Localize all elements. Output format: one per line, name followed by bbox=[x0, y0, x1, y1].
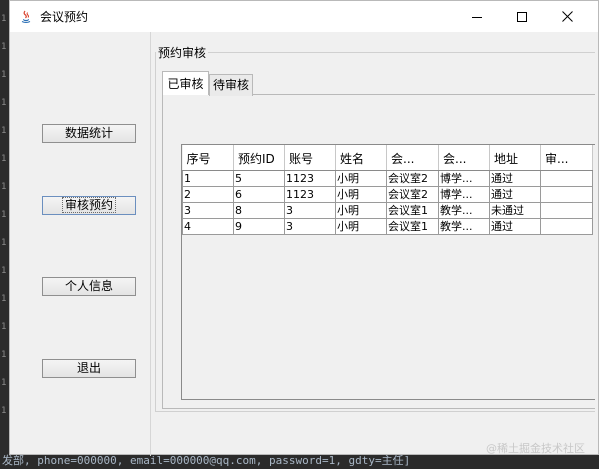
column-header[interactable]: 会... bbox=[438, 145, 490, 171]
gutter-mark: 1 bbox=[1, 378, 7, 388]
table-cell[interactable]: 3 bbox=[182, 202, 234, 219]
exit-button-label: 退出 bbox=[76, 361, 101, 375]
reservation-table: 序号 预约ID 账号 姓名 会... 会... 地址 审... 1 5 1123… bbox=[182, 145, 593, 235]
table-cell[interactable]: 会议室2 bbox=[386, 170, 439, 187]
column-header[interactable]: 账号 bbox=[284, 145, 336, 171]
review-button-label: 审核预约 bbox=[61, 197, 117, 213]
gutter-mark: 1 bbox=[1, 42, 7, 52]
gutter-mark: 1 bbox=[1, 98, 7, 108]
column-header[interactable]: 地址 bbox=[489, 145, 541, 171]
table-cell[interactable]: 教学... bbox=[438, 202, 490, 219]
title-bar[interactable]: 会议预约 bbox=[10, 1, 598, 32]
stats-button-label: 数据统计 bbox=[64, 126, 113, 140]
table-scroll-pane[interactable]: 序号 预约ID 账号 姓名 会... 会... 地址 审... 1 5 1123… bbox=[181, 144, 595, 400]
tab-pending[interactable]: 待审核 bbox=[209, 74, 253, 96]
table-row[interactable]: 2 6 1123 小明 会议室2 博学... 通过 bbox=[182, 186, 593, 203]
gutter-mark: 1 bbox=[1, 70, 7, 80]
gutter-mark: 1 bbox=[1, 14, 7, 24]
column-header[interactable]: 预约ID bbox=[233, 145, 285, 171]
gutter-mark: 1 bbox=[1, 210, 7, 220]
group-title: 预约审核 bbox=[156, 44, 209, 61]
table-cell[interactable] bbox=[540, 202, 593, 219]
table-row[interactable]: 3 8 3 小明 会议室1 教学... 未通过 bbox=[182, 202, 593, 219]
table-cell[interactable]: 通过 bbox=[489, 186, 541, 203]
close-icon bbox=[561, 11, 573, 22]
table-cell[interactable]: 1 bbox=[182, 170, 234, 187]
maximize-icon bbox=[517, 11, 527, 22]
table-cell[interactable]: 会议室2 bbox=[386, 186, 439, 203]
gutter-mark: 1 bbox=[1, 406, 7, 416]
review-button[interactable]: 审核预约 bbox=[42, 196, 136, 215]
table-cell[interactable] bbox=[540, 170, 593, 187]
table-cell[interactable]: 9 bbox=[233, 218, 285, 235]
gutter-mark: 1 bbox=[1, 294, 7, 304]
table-cell[interactable]: 8 bbox=[233, 202, 285, 219]
column-header[interactable]: 会... bbox=[386, 145, 439, 171]
table-cell[interactable]: 会议室1 bbox=[386, 218, 439, 235]
minimize-button[interactable] bbox=[454, 1, 500, 32]
gutter-mark: 1 bbox=[1, 266, 7, 276]
console-text: 发部, phone=000000, email=000000@qq.com, p… bbox=[2, 454, 411, 467]
table-header-row: 序号 预约ID 账号 姓名 会... 会... 地址 审... bbox=[182, 145, 593, 171]
table-row[interactable]: 4 9 3 小明 会议室1 教学... 通过 bbox=[182, 218, 593, 235]
panel-divider bbox=[150, 32, 151, 456]
exit-button[interactable]: 退出 bbox=[42, 359, 136, 378]
gutter-mark: 1 bbox=[1, 126, 7, 136]
gutter-mark: 1 bbox=[1, 238, 7, 248]
java-app-icon bbox=[19, 9, 33, 23]
table-cell[interactable] bbox=[540, 186, 593, 203]
table-cell[interactable]: 博学... bbox=[438, 170, 490, 187]
table-cell[interactable]: 5 bbox=[233, 170, 285, 187]
table-cell[interactable]: 小明 bbox=[335, 186, 387, 203]
watermark-text: @稀土掘金技术社区 bbox=[486, 442, 585, 455]
column-header[interactable]: 审... bbox=[540, 145, 593, 171]
table-cell[interactable]: 博学... bbox=[438, 186, 490, 203]
window-title: 会议预约 bbox=[40, 10, 89, 24]
table-cell[interactable]: 4 bbox=[182, 218, 234, 235]
column-header[interactable]: 姓名 bbox=[335, 145, 387, 171]
table-cell[interactable]: 小明 bbox=[335, 170, 387, 187]
minimize-icon bbox=[472, 16, 482, 18]
table-cell[interactable]: 1123 bbox=[284, 170, 336, 187]
gutter-mark: 1 bbox=[1, 154, 7, 164]
table-cell[interactable]: 3 bbox=[284, 202, 336, 219]
column-header[interactable]: 序号 bbox=[182, 145, 234, 171]
tab-reviewed[interactable]: 已审核 bbox=[162, 71, 209, 95]
gutter-mark: 1 bbox=[1, 322, 7, 332]
profile-button-label: 个人信息 bbox=[64, 279, 113, 293]
close-button[interactable] bbox=[544, 1, 590, 32]
app-window: 会议预约 数据统计 审核预约 个人信息 退出 预约审核 已审核 待审核 序号 预… bbox=[9, 0, 599, 456]
table-cell[interactable]: 小明 bbox=[335, 202, 387, 219]
table-cell[interactable]: 未通过 bbox=[489, 202, 541, 219]
table-cell[interactable]: 2 bbox=[182, 186, 234, 203]
table-cell[interactable]: 通过 bbox=[489, 170, 541, 187]
maximize-button[interactable] bbox=[499, 1, 545, 32]
table-cell[interactable]: 小明 bbox=[335, 218, 387, 235]
table-cell[interactable] bbox=[540, 218, 593, 235]
table-cell[interactable]: 3 bbox=[284, 218, 336, 235]
gutter-mark: 1 bbox=[1, 182, 7, 192]
table-cell[interactable]: 1123 bbox=[284, 186, 336, 203]
stats-button[interactable]: 数据统计 bbox=[42, 124, 136, 143]
table-cell[interactable]: 通过 bbox=[489, 218, 541, 235]
table-cell[interactable]: 会议室1 bbox=[386, 202, 439, 219]
table-cell[interactable]: 6 bbox=[233, 186, 285, 203]
profile-button[interactable]: 个人信息 bbox=[42, 277, 136, 296]
table-row[interactable]: 1 5 1123 小明 会议室2 博学... 通过 bbox=[182, 170, 593, 187]
gutter-mark: 1 bbox=[1, 350, 7, 360]
table-cell[interactable]: 教学... bbox=[438, 218, 490, 235]
